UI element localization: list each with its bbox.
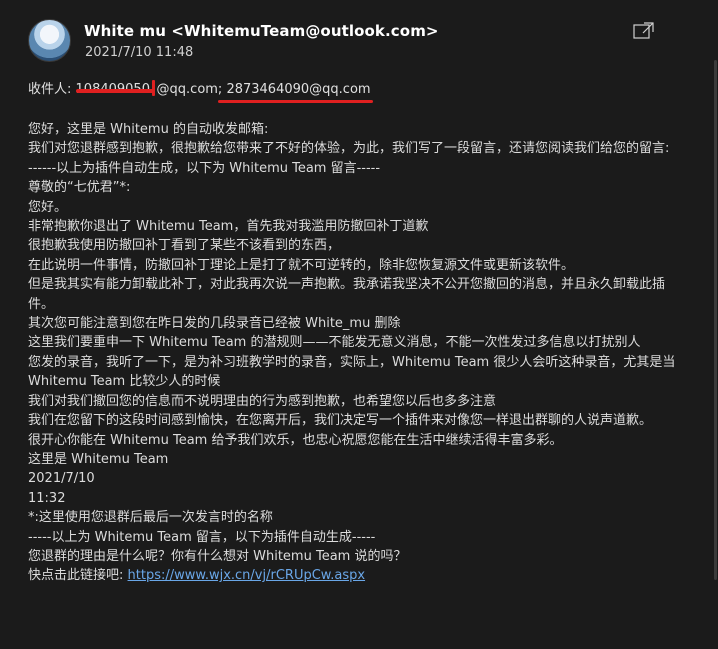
survey-link[interactable]: https://www.wjx.cn/vj/rCRUpCw.aspx (128, 568, 366, 583)
recipient-redacted: 108409050 (75, 82, 154, 97)
redaction-mark (151, 80, 155, 96)
recipients-line: 收件人: 108409050 @qq.com; 2873464090@qq.com (28, 78, 371, 97)
body-line: 很开心你能在 Whitemu Team 给予我们欢乐，也忠心祝愿您能在生活中继续… (28, 432, 563, 448)
body-line: 我们对您退群感到抱歉，很抱歉给您带来了不好的体验，为此，我们写了一段留言，还请您… (28, 141, 670, 157)
body-line: 非常抱歉你退出了 Whitemu Team，首先我对我滥用防撤回补丁道歉 (28, 219, 429, 235)
message-body: 您好，这里是 Whitemu 的自动收发邮箱: 我们对您退群感到抱歉，很抱歉给您… (28, 120, 690, 586)
body-line: ------以上为插件自动生成，以下为 Whitemu Team 留言----- (28, 160, 381, 176)
body-line: 但是我其实有能力卸载此补丁，对此我再次说一声抱歉。我承诺我坚决不公开您撤回的消息… (28, 277, 666, 312)
body-line: 您好。 (28, 199, 68, 215)
body-line: 您退群的理由是什么呢？你有什么想对 Whitemu Team 说的吗？ (28, 548, 407, 564)
body-line: 很抱歉我使用防撤回补丁看到了某些不该看到的东西， (28, 238, 341, 254)
popout-icon[interactable] (633, 21, 655, 39)
body-line: 11:32 (28, 490, 66, 506)
body-line: *:这里使用您退群后最后一次发言时的名称 (28, 510, 273, 526)
scrollbar-thumb[interactable] (714, 60, 717, 580)
recipient-1-domain[interactable]: @qq.com; (157, 82, 223, 97)
recipient-2[interactable]: 2873464090@qq.com (226, 82, 370, 97)
link-prefix: 快点击此链接吧: (28, 568, 124, 584)
recipients-label: 收件人: (28, 82, 72, 97)
body-line: 2021/7/10 (28, 471, 95, 487)
body-line: -----以上为 Whitemu Team 留言，以下为插件自动生成----- (28, 529, 376, 545)
body-line: 我们在您留下的这段时间感到愉快，在您离开后，我们决定写一个插件来对像您一样退出群… (28, 413, 653, 429)
body-line: 其次您可能注意到您在昨日发的几段录音已经被 White_mu 删除 (28, 316, 401, 332)
body-line: 您好，这里是 Whitemu 的自动收发邮箱: (28, 122, 269, 137)
body-line: 尊敬的“七优君”*: (28, 180, 131, 196)
body-line: 这里我们要重申一下 Whitemu Team 的潜规则——不能发无意义消息，不能… (28, 335, 641, 351)
body-line: 在此说明一件事情，防撤回补丁理论上是打了就不可逆转的，除非您恢复源文件或更新该软… (28, 257, 575, 273)
body-line: 这里是 Whitemu Team (28, 451, 169, 467)
body-line: 您发的录音，我听了一下，是为补习班教学时的录音，实际上，Whitemu Team… (28, 354, 676, 390)
message-date: 2021/7/10 11:48 (85, 45, 194, 60)
body-line: 我们对我们撤回您的信息而不说明理由的行为感到抱歉，也希望您以后也多多注意 (28, 393, 497, 409)
link-line: 快点击此链接吧: https://www.wjx.cn/vj/rCRUpCw.a… (28, 566, 690, 585)
sender-avatar[interactable] (28, 19, 71, 62)
sender-name[interactable]: White mu <WhitemuTeam@outlook.com> (84, 22, 439, 40)
